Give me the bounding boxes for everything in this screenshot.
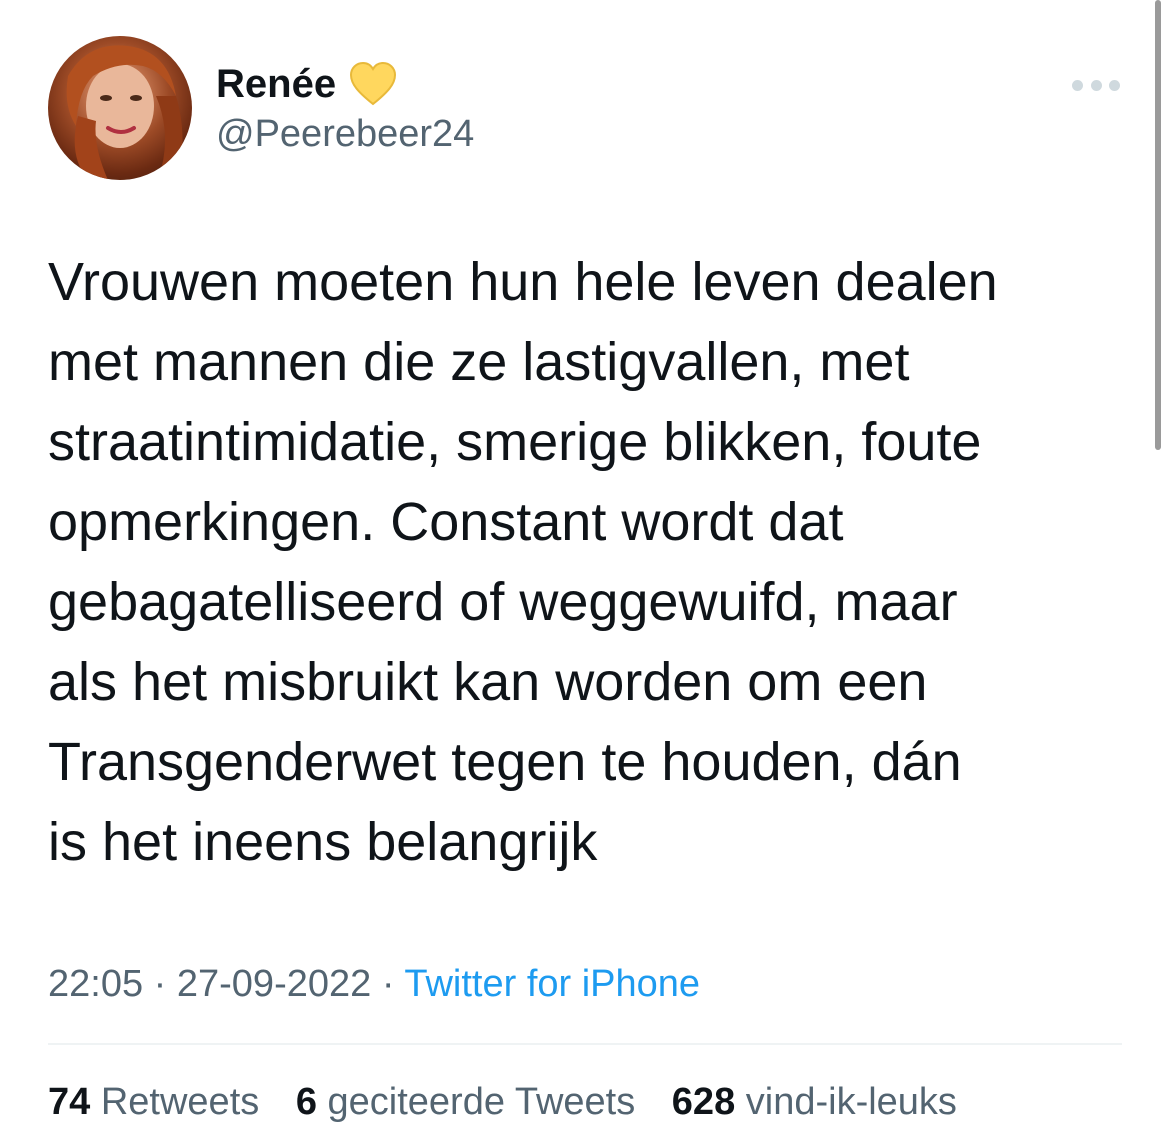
quote-tweets-label: geciteerde Tweets (327, 1081, 636, 1123)
tweet-meta: 22:05 · 27-09-2022 · Twitter for iPhone (48, 958, 700, 1010)
tweet-text-line: met mannen die ze lastigvallen, met (48, 332, 910, 392)
author-name-row: Renée (216, 56, 398, 112)
more-dot-icon (1090, 79, 1102, 91)
yellow-heart-icon (350, 61, 397, 106)
tweet-time[interactable]: 22:05 (48, 963, 143, 1005)
avatar[interactable] (48, 36, 192, 180)
divider (48, 1043, 1122, 1045)
meta-separator: · (381, 963, 395, 1005)
tweet-text-line: opmerkingen. Constant wordt dat (48, 492, 844, 552)
tweet-date[interactable]: 27-09-2022 (177, 963, 371, 1005)
tweet-text-line: is het ineens belangrijk (48, 812, 598, 872)
more-dot-icon (1072, 79, 1083, 91)
quote-tweets-stat[interactable]: 6 geciteerde Tweets (296, 1076, 635, 1128)
tweet-stats: 74 Retweets 6 geciteerde Tweets 628 vind… (48, 1076, 983, 1128)
retweets-stat[interactable]: 74 Retweets (48, 1076, 259, 1128)
author-handle[interactable]: @Peerebeer24 (216, 112, 474, 158)
tweet-text-line: straatintimidatie, smerige blikken, fout… (48, 412, 982, 472)
tweet-text-line: Transgenderwet tegen te houden, dán (48, 732, 962, 792)
more-dot-icon (1109, 79, 1120, 91)
retweets-count: 74 (48, 1081, 91, 1123)
quote-tweets-count: 6 (295, 1081, 317, 1123)
likes-stat[interactable]: 628 vind-ik-leuks (672, 1076, 957, 1128)
retweets-label: Retweets (100, 1081, 260, 1123)
tweet-text-line: als het misbruikt kan worden om een (48, 652, 928, 712)
likes-count: 628 (671, 1081, 736, 1123)
likes-label: vind-ik-leuks (745, 1081, 957, 1123)
tweet-text-line: Vrouwen moeten hun hele leven dealen (48, 252, 998, 312)
meta-separator: · (153, 963, 167, 1005)
tweet-source-link[interactable]: Twitter for iPhone (404, 963, 700, 1005)
tweet-text: Vrouwen moeten hun hele leven dealen met… (48, 242, 1128, 882)
author-display-name[interactable]: Renée (216, 64, 336, 104)
scrollbar[interactable] (1155, 0, 1161, 450)
more-options-button[interactable] (1068, 70, 1124, 100)
tweet-text-line: gebagatelliseerd of weggewuifd, maar (48, 572, 958, 632)
